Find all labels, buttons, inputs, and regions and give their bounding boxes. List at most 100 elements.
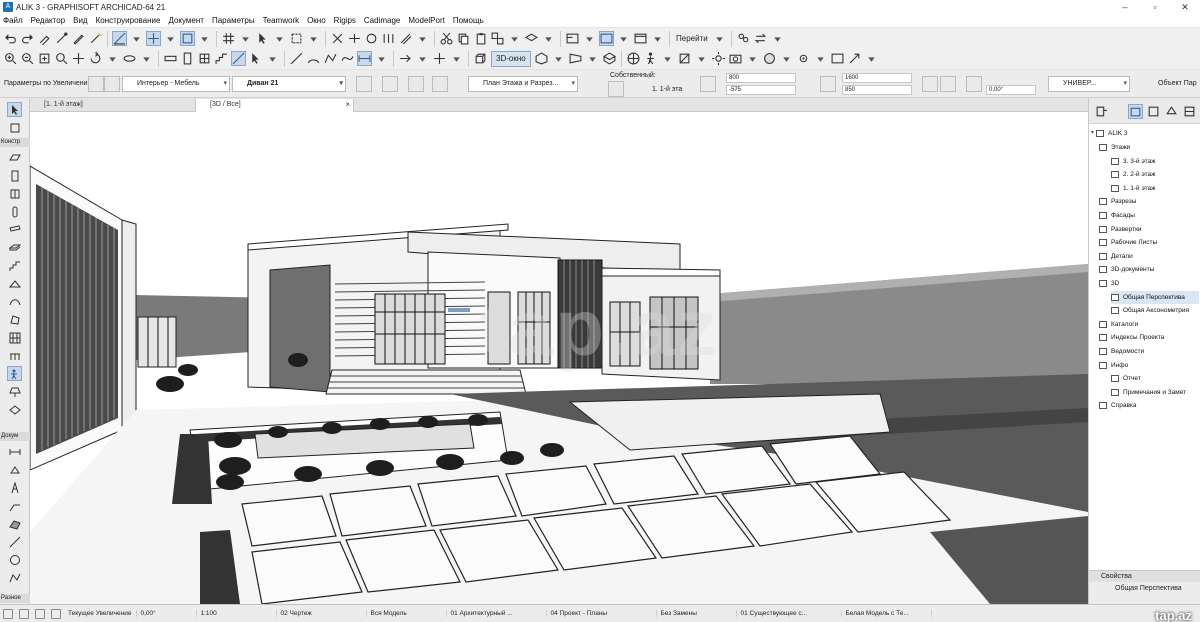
angle-icon[interactable] bbox=[966, 76, 982, 92]
menu-edit[interactable]: Редактор bbox=[31, 16, 65, 25]
close-icon[interactable]: × bbox=[345, 99, 350, 111]
dropdown-arrow-icon[interactable] bbox=[813, 51, 828, 66]
3d-box-icon[interactable] bbox=[473, 51, 488, 66]
inject-icon[interactable] bbox=[54, 31, 69, 46]
polyline-tool-icon[interactable] bbox=[7, 570, 22, 585]
cross-icon[interactable] bbox=[330, 31, 345, 46]
menu-rigips[interactable]: Rigips bbox=[334, 16, 356, 25]
publisher-icon[interactable] bbox=[847, 51, 862, 66]
close-icon[interactable]: ✕ bbox=[1170, 0, 1200, 14]
more-section-header[interactable]: Разное bbox=[0, 594, 30, 603]
properties-header[interactable]: Свойства bbox=[1089, 571, 1200, 582]
elevation-display-icon[interactable] bbox=[382, 76, 398, 92]
object-name-select[interactable]: Диван 21 bbox=[232, 76, 346, 92]
slab-tool-icon[interactable] bbox=[7, 240, 22, 255]
move-icon[interactable] bbox=[432, 51, 447, 66]
dropdown-arrow-icon[interactable] bbox=[374, 51, 389, 66]
layer-select[interactable]: Интерьер - Мебель bbox=[122, 76, 230, 92]
window-float-icon[interactable] bbox=[830, 51, 845, 66]
object-tool-icon[interactable] bbox=[88, 76, 104, 92]
nav-item[interactable]: Детали bbox=[1099, 250, 1199, 263]
document-section-header[interactable]: Докум bbox=[0, 432, 30, 441]
tab-floor-plan[interactable]: [1. 1-й этаж] bbox=[30, 99, 196, 112]
dropdown-arrow-icon[interactable] bbox=[582, 31, 597, 46]
dropdown-arrow-icon[interactable] bbox=[104, 76, 120, 92]
nav-item[interactable]: Индексы Проекта bbox=[1099, 331, 1199, 344]
nav-item[interactable]: Отчет bbox=[1111, 372, 1199, 385]
column-tool-icon[interactable] bbox=[7, 204, 22, 219]
model-view-select[interactable]: Вся Модель bbox=[367, 610, 447, 617]
trace-icon[interactable] bbox=[180, 31, 195, 46]
pencil-icon[interactable] bbox=[71, 31, 86, 46]
mirror-icon[interactable] bbox=[432, 76, 448, 92]
roof-tool-icon[interactable] bbox=[7, 276, 22, 291]
goto-menu[interactable]: Перейти bbox=[673, 34, 711, 43]
nav-item[interactable]: 3D bbox=[1099, 277, 1199, 290]
height-field[interactable]: 850 bbox=[842, 85, 912, 95]
minimize-icon[interactable]: – bbox=[1110, 0, 1140, 14]
own-settings-icon[interactable] bbox=[608, 81, 624, 97]
menu-design[interactable]: Конструирование bbox=[96, 16, 161, 25]
nav-item[interactable]: Инфо bbox=[1099, 359, 1199, 372]
scale-select[interactable]: 1:100 bbox=[197, 610, 277, 617]
3d-cube-icon[interactable] bbox=[534, 51, 549, 66]
teamwork-icon[interactable] bbox=[736, 31, 751, 46]
angle-field[interactable]: 0,00° bbox=[986, 85, 1036, 95]
beam-tool-icon[interactable] bbox=[7, 222, 22, 237]
section-cut-icon[interactable] bbox=[677, 51, 692, 66]
renovation-select[interactable]: Без Замены bbox=[657, 610, 737, 617]
offset-icon[interactable] bbox=[398, 31, 413, 46]
lock-icon[interactable] bbox=[922, 76, 938, 92]
nav-item[interactable]: 3. 3-й этаж bbox=[1111, 155, 1199, 168]
nav-item[interactable]: Общая Перспектива bbox=[1111, 290, 1199, 304]
wall-tool-icon[interactable] bbox=[7, 150, 22, 165]
shell-tool-icon[interactable] bbox=[7, 294, 22, 309]
arrow-tool-icon[interactable] bbox=[7, 102, 22, 117]
magic-wand-icon[interactable] bbox=[88, 31, 103, 46]
nav-item[interactable]: Этажи bbox=[1099, 141, 1199, 154]
fit-in-window-icon[interactable] bbox=[37, 51, 52, 66]
cursor-icon[interactable] bbox=[248, 51, 263, 66]
label-tool-icon[interactable] bbox=[7, 498, 22, 513]
chain-icon[interactable] bbox=[940, 76, 956, 92]
nav-item[interactable]: Общая Аксонометрия bbox=[1111, 304, 1199, 317]
rotate-icon[interactable] bbox=[88, 51, 103, 66]
line-icon[interactable] bbox=[289, 51, 304, 66]
door-tool-icon[interactable] bbox=[7, 168, 22, 183]
camera-icon[interactable] bbox=[728, 51, 743, 66]
text-tool-icon[interactable] bbox=[7, 480, 22, 495]
arrow-icon[interactable] bbox=[398, 51, 413, 66]
nav-item[interactable]: Развертки bbox=[1099, 223, 1199, 236]
layers-icon[interactable] bbox=[524, 31, 539, 46]
snap-guides-icon[interactable] bbox=[146, 31, 161, 46]
3d-window-icon[interactable] bbox=[599, 31, 614, 46]
dropdown-arrow-icon[interactable] bbox=[415, 51, 430, 66]
globe-icon[interactable] bbox=[626, 51, 641, 66]
dropdown-arrow-icon[interactable] bbox=[129, 31, 144, 46]
eye-icon[interactable] bbox=[51, 608, 61, 619]
nav-item[interactable]: 2. 2-й этаж bbox=[1111, 168, 1199, 181]
dropdown-arrow-icon[interactable] bbox=[507, 31, 522, 46]
curtain-wall-tool-icon[interactable] bbox=[7, 330, 22, 345]
dropdown-arrow-icon[interactable] bbox=[415, 31, 430, 46]
anchor-point-icon[interactable] bbox=[700, 76, 716, 92]
dimension-tool-icon[interactable] bbox=[7, 444, 22, 459]
3d-style-select[interactable]: Белая Модель с Те... bbox=[842, 610, 932, 617]
zoom-in-icon[interactable] bbox=[3, 51, 18, 66]
nav-item[interactable]: Справка bbox=[1099, 399, 1199, 412]
dropdown-arrow-icon[interactable] bbox=[770, 31, 785, 46]
dropdown-arrow-icon[interactable] bbox=[650, 31, 665, 46]
menu-file[interactable]: Файл bbox=[3, 16, 23, 25]
pen-set-select[interactable]: 01 Архитектурный ... bbox=[447, 610, 547, 617]
distribute-icon[interactable] bbox=[381, 31, 396, 46]
category-select[interactable]: УНИВЕР... bbox=[1048, 76, 1130, 92]
nav-item[interactable]: 3D-документы bbox=[1099, 263, 1199, 276]
dropdown-arrow-icon[interactable] bbox=[551, 51, 566, 66]
view-map-icon[interactable] bbox=[1128, 104, 1143, 119]
length-field[interactable]: 1600 bbox=[842, 73, 912, 83]
project-map-icon[interactable] bbox=[1094, 104, 1109, 119]
object-tool-icon[interactable] bbox=[7, 366, 22, 381]
menu-help[interactable]: Помощь bbox=[453, 16, 484, 25]
walk-icon[interactable] bbox=[643, 51, 658, 66]
offset-field[interactable]: -575 bbox=[726, 85, 796, 95]
